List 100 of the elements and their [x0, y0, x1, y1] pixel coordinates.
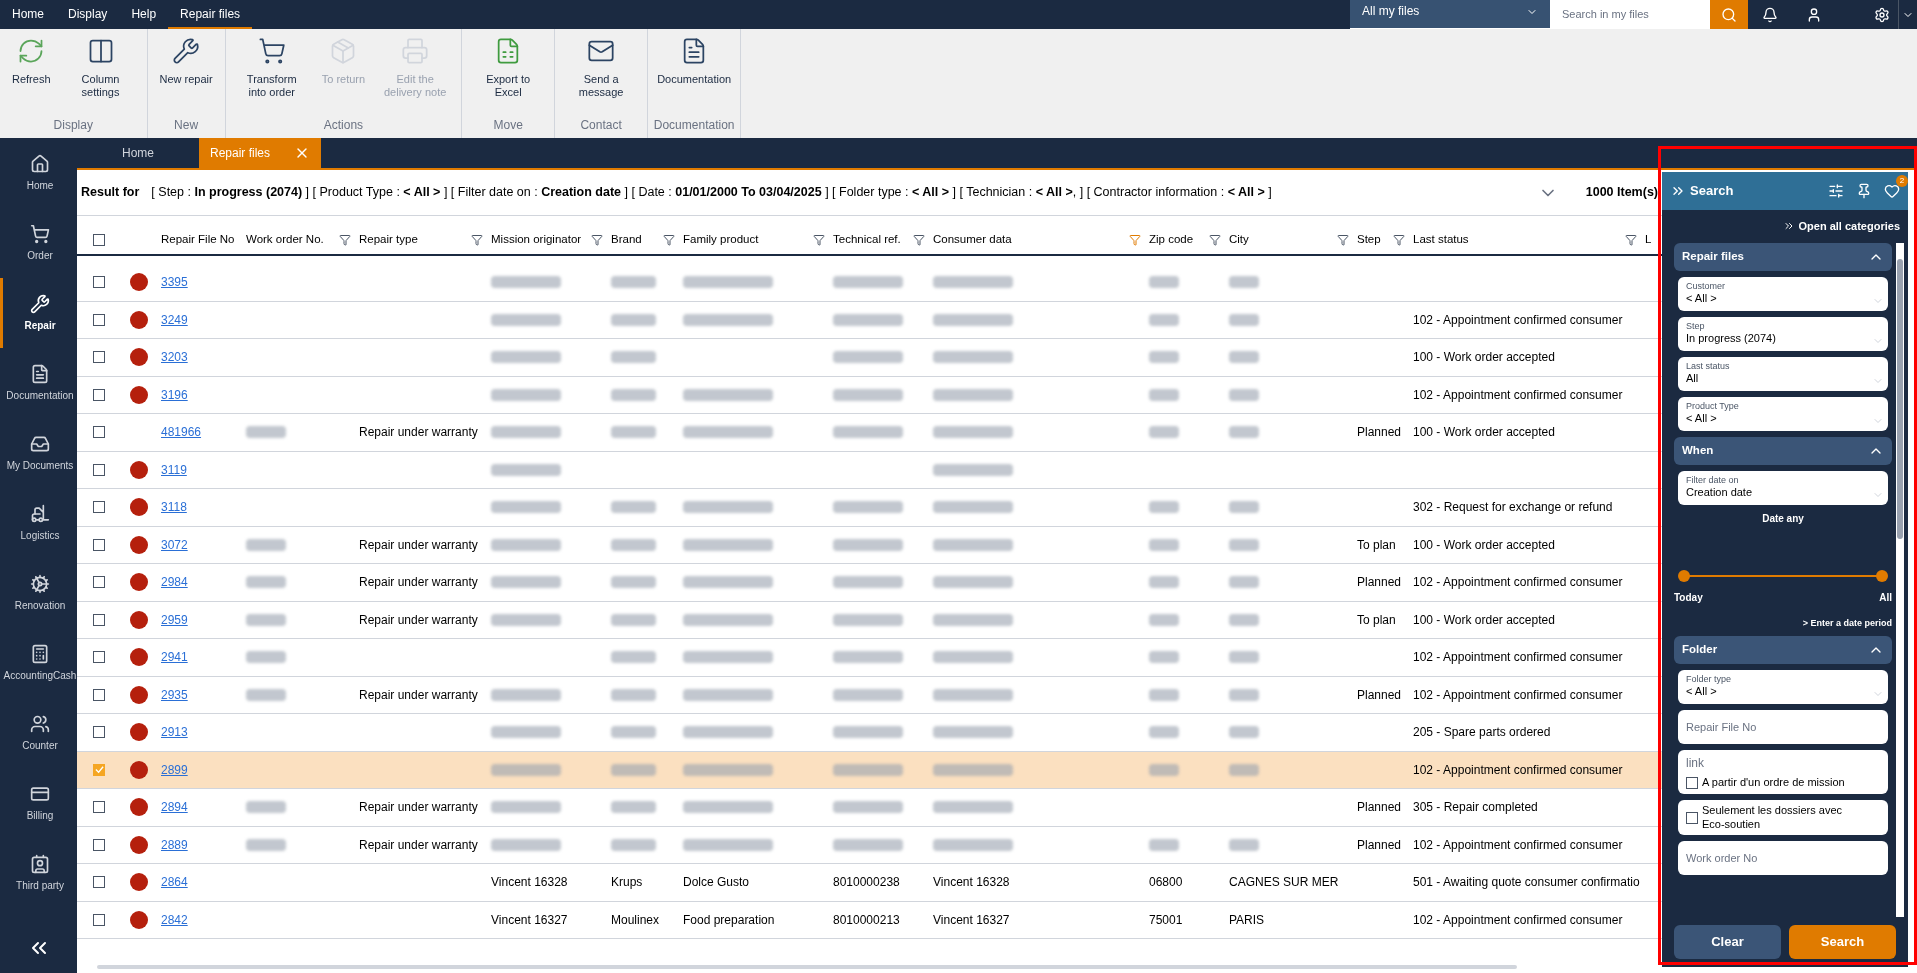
document-tab[interactable]: Home: [77, 138, 199, 168]
column-header[interactable]: L: [1645, 231, 1652, 249]
file-number-link[interactable]: 2894: [161, 800, 188, 815]
checkbox[interactable]: [1686, 811, 1698, 824]
column-header[interactable]: Work order No.: [246, 231, 324, 249]
text-field[interactable]: Work order No: [1678, 841, 1888, 876]
file-number-link[interactable]: 2941: [161, 650, 188, 665]
sidebar-item[interactable]: Order: [0, 208, 77, 278]
menu-item[interactable]: Help: [119, 0, 169, 29]
menu-item[interactable]: Display: [56, 0, 120, 29]
row-checkbox[interactable]: [93, 763, 105, 776]
section-header[interactable]: When: [1674, 436, 1892, 465]
section-header[interactable]: Folder: [1674, 636, 1892, 664]
slider-handle[interactable]: [1678, 569, 1690, 582]
file-number-link[interactable]: 3119: [161, 462, 187, 477]
menu-item[interactable]: Home: [0, 0, 56, 29]
file-number-link[interactable]: 481966: [161, 425, 202, 440]
date-slider[interactable]: [1678, 569, 1888, 582]
row-checkbox[interactable]: [93, 538, 105, 551]
ribbon-button[interactable]: Transform into order: [229, 37, 314, 116]
table-row[interactable]: 2899 102 - Appointment confirmed consumer: [77, 751, 1662, 789]
column-header[interactable]: Mission originator: [491, 231, 582, 249]
slider-handle[interactable]: [1876, 569, 1888, 582]
column-header[interactable]: Zip code: [1149, 231, 1194, 249]
column-header[interactable]: Last status: [1413, 231, 1469, 249]
file-number-link[interactable]: 3072: [161, 537, 188, 552]
dropdown-field[interactable]: Step In progress (2074): [1678, 316, 1888, 351]
select-all-checkbox[interactable]: [93, 234, 105, 246]
date-period-link[interactable]: > Enter a date period: [1802, 616, 1892, 630]
sidebar-item[interactable]: Third party: [0, 838, 77, 908]
row-checkbox[interactable]: [93, 838, 105, 851]
dropdown-field[interactable]: Customer < All >: [1678, 276, 1888, 311]
file-number-link[interactable]: 2959: [161, 612, 188, 627]
panel-title: Search: [1690, 182, 1734, 201]
column-header[interactable]: Family product: [683, 231, 759, 249]
sidebar-item[interactable]: My Documents: [0, 418, 77, 488]
file-number-link[interactable]: 2899: [161, 762, 188, 777]
row-checkbox[interactable]: [93, 613, 105, 626]
row-checkbox[interactable]: [93, 388, 105, 401]
column-header[interactable]: Consumer data: [933, 231, 1012, 249]
column-header[interactable]: Repair type: [359, 231, 418, 249]
row-checkbox[interactable]: [93, 913, 105, 926]
row-checkbox[interactable]: [93, 576, 105, 589]
ribbon-button[interactable]: Refresh: [4, 37, 59, 116]
ribbon-button[interactable]: Export to Excel: [466, 37, 551, 116]
blurred-text: [491, 801, 561, 814]
file-number-link[interactable]: 2842: [161, 912, 188, 927]
column-header[interactable]: Technical ref.: [833, 231, 901, 249]
section-header[interactable]: Repair files: [1674, 242, 1892, 271]
file-number-link[interactable]: 2984: [161, 575, 188, 590]
sidebar-item[interactable]: AccountingCash: [0, 628, 77, 698]
dropdown-field[interactable]: Folder type < All >: [1678, 670, 1888, 704]
dropdown-field[interactable]: Last status All: [1678, 356, 1888, 391]
sidebar-item[interactable]: Home: [0, 138, 77, 208]
row-checkbox[interactable]: [93, 313, 105, 326]
ribbon-button[interactable]: Column settings: [58, 37, 143, 116]
file-number-link[interactable]: 3249: [161, 312, 188, 327]
table-cell: To plan: [1357, 537, 1396, 552]
row-checkbox[interactable]: [93, 726, 105, 739]
row-checkbox[interactable]: [93, 501, 105, 514]
sidebar-item[interactable]: Counter: [0, 698, 77, 768]
file-number-link[interactable]: 2889: [161, 837, 188, 852]
file-number-link[interactable]: 3196: [161, 387, 188, 402]
clear-button[interactable]: Clear: [1674, 925, 1781, 959]
scrollbar[interactable]: [97, 965, 1517, 969]
table-cell: 100 - Work order accepted: [1413, 350, 1555, 365]
file-number-link[interactable]: 2864: [161, 875, 188, 890]
sidebar-item[interactable]: Documentation: [0, 348, 77, 418]
row-checkbox[interactable]: [93, 463, 105, 476]
text-field[interactable]: Repair File No: [1678, 710, 1888, 744]
scope-dropdown[interactable]: All my files: [1350, 0, 1550, 29]
checkbox[interactable]: [1686, 776, 1698, 789]
row-checkbox[interactable]: [93, 801, 105, 814]
row-checkbox[interactable]: [93, 426, 105, 439]
ribbon-button[interactable]: New repair: [151, 37, 221, 116]
open-all-link[interactable]: Open all categories: [1782, 210, 1908, 243]
sidebar-item[interactable]: Billing: [0, 768, 77, 838]
file-number-link[interactable]: 2913: [161, 725, 188, 740]
column-header[interactable]: Repair File No: [161, 231, 235, 249]
row-checkbox[interactable]: [93, 688, 105, 701]
row-checkbox[interactable]: [93, 876, 105, 889]
file-number-link[interactable]: 3203: [161, 350, 188, 365]
column-header[interactable]: City: [1229, 231, 1249, 249]
file-number-link[interactable]: 3118: [161, 500, 187, 515]
column-header[interactable]: Step: [1357, 231, 1381, 249]
file-number-link[interactable]: 3395: [161, 275, 188, 290]
row-checkbox[interactable]: [93, 351, 105, 364]
sidebar-item[interactable]: Renovation: [0, 558, 77, 628]
dropdown-field[interactable]: Product Type < All >: [1678, 396, 1888, 431]
ribbon-button[interactable]: Documentation: [652, 37, 737, 116]
row-checkbox[interactable]: [93, 276, 105, 289]
row-checkbox[interactable]: [93, 651, 105, 664]
ribbon-group-label: Move: [492, 117, 524, 134]
scrollbar[interactable]: [1896, 242, 1904, 917]
sidebar-item[interactable]: Logistics: [0, 488, 77, 558]
ribbon-button[interactable]: Send a message: [559, 37, 644, 116]
search-field[interactable]: Search in my files: [1550, 0, 1710, 29]
column-header[interactable]: Brand: [611, 231, 642, 249]
file-number-link[interactable]: 2935: [161, 687, 188, 702]
dropdown-field[interactable]: Filter date on Creation date: [1678, 470, 1888, 505]
